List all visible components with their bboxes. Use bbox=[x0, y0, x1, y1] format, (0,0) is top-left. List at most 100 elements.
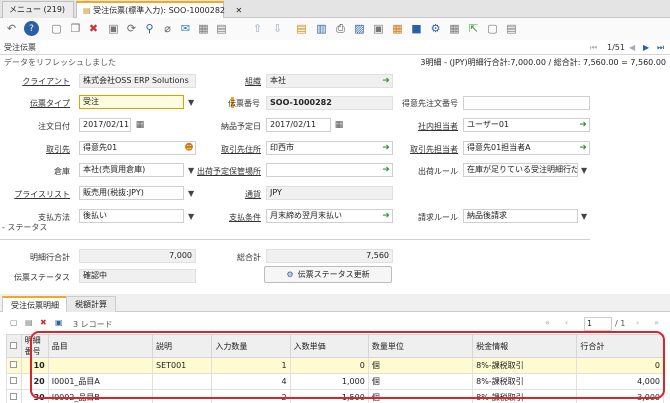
cell[interactable]: 2 bbox=[211, 389, 291, 403]
calendar-icon[interactable]: ▦ bbox=[334, 120, 344, 130]
new-record-icon[interactable]: ▢ bbox=[49, 21, 64, 36]
cell[interactable]: 8%-課税取引 bbox=[472, 373, 578, 390]
bp-address-field[interactable]: 印西市 bbox=[266, 141, 393, 155]
product-info-icon[interactable]: ▦ bbox=[447, 21, 462, 36]
col-header[interactable]: 入力数量 bbox=[211, 334, 291, 358]
customize-icon[interactable]: ▤ bbox=[504, 21, 519, 36]
close-icon[interactable]: ✕ bbox=[236, 6, 243, 15]
col-header[interactable]: 品目 bbox=[47, 334, 153, 358]
invoice-rule-field[interactable]: 納品後請求 bbox=[463, 209, 578, 223]
client-label[interactable]: クライアント bbox=[0, 76, 70, 87]
update-status-button[interactable]: ⚙ 伝票ステータス更新 bbox=[264, 266, 392, 283]
cell[interactable]: 3,000 bbox=[576, 389, 664, 403]
row-checkbox[interactable] bbox=[6, 389, 22, 403]
bp-contact-label[interactable]: 取引先担当者 bbox=[388, 144, 458, 155]
new-line-icon[interactable]: ▢ bbox=[10, 318, 18, 327]
table-row[interactable]: 20 I0001_品目A 4 1,000 個 8%-課税取引 4,000 bbox=[6, 373, 664, 390]
chat-icon[interactable]: ✉ bbox=[178, 21, 193, 36]
window-icon[interactable]: ▢ bbox=[485, 21, 500, 36]
print-preview-icon[interactable]: ▨ bbox=[352, 21, 367, 36]
cell[interactable]: 8%-課税取引 bbox=[472, 357, 578, 374]
cell[interactable]: 1,000 bbox=[289, 373, 369, 390]
page-input[interactable]: 1 bbox=[584, 317, 612, 331]
tab-sales-order[interactable]: ▤ 受注伝票(標準入力): SOO-1000282 ✕ bbox=[76, 1, 242, 18]
edit-icon[interactable]: ▤ bbox=[25, 318, 33, 327]
copy-icon[interactable]: ❐ bbox=[68, 21, 83, 36]
col-header[interactable]: 数量単位 bbox=[367, 334, 474, 358]
cell[interactable] bbox=[151, 373, 213, 390]
find-icon[interactable]: ⚲ bbox=[142, 21, 157, 36]
price-list-field[interactable]: 販売用(税抜:JPY) bbox=[79, 186, 184, 200]
cell[interactable]: 10 bbox=[20, 357, 49, 374]
delivery-date-field[interactable]: 2017/02/11 bbox=[266, 118, 331, 132]
zoom-arrow-icon[interactable]: ➜ bbox=[578, 143, 588, 153]
payment-rule-field[interactable]: 後払い bbox=[79, 209, 184, 223]
history-icon[interactable]: ▤ bbox=[214, 21, 229, 36]
select-all-checkbox[interactable] bbox=[6, 334, 22, 358]
process-icon[interactable]: ⇱ bbox=[466, 21, 481, 36]
previous-record-icon[interactable]: ◀ bbox=[629, 43, 635, 52]
cell[interactable]: 0 bbox=[576, 357, 664, 374]
calendar-icon[interactable]: ▦ bbox=[135, 120, 145, 130]
print-icon[interactable]: ⎙ bbox=[333, 21, 348, 36]
org-label[interactable]: 組織 bbox=[191, 76, 261, 87]
chevron-down-icon[interactable]: ▼ bbox=[581, 166, 587, 175]
cell[interactable]: 個 bbox=[367, 373, 474, 390]
payment-term-field[interactable]: 月末締め翌月末払い bbox=[266, 209, 393, 223]
tab-tax[interactable]: 税額計算 bbox=[66, 296, 116, 312]
cell[interactable]: 0 bbox=[289, 357, 369, 374]
workflow-icon[interactable]: ■ bbox=[409, 21, 424, 36]
first-page-icon[interactable]: « bbox=[545, 318, 550, 327]
detail-record-icon[interactable]: ⇩ bbox=[270, 21, 285, 36]
next-page-icon[interactable]: › bbox=[636, 318, 639, 327]
refresh-icon[interactable]: ⟳ bbox=[124, 21, 139, 36]
bp-address-label[interactable]: 取引先住所 bbox=[191, 144, 261, 155]
request-icon[interactable]: ▦ bbox=[390, 21, 405, 36]
doc-type-label[interactable]: 伝票タイプ bbox=[0, 98, 70, 109]
bpartner-label[interactable]: 取引先 bbox=[0, 144, 70, 155]
delete-line-icon[interactable]: ✖ bbox=[40, 318, 47, 327]
undo-icon[interactable]: ↶ bbox=[4, 21, 19, 36]
cell[interactable]: 4 bbox=[211, 373, 291, 390]
cell[interactable]: 個 bbox=[367, 389, 474, 403]
report-icon[interactable]: ▤ bbox=[294, 21, 309, 36]
zoom-arrow-icon[interactable]: ➜ bbox=[578, 120, 588, 130]
first-record-icon[interactable]: ⏮ bbox=[590, 43, 597, 53]
cell[interactable]: 4,000 bbox=[576, 373, 664, 390]
row-checkbox[interactable] bbox=[6, 373, 22, 390]
grid-toggle-icon[interactable]: ▦ bbox=[196, 21, 211, 36]
col-header[interactable]: 税金情報 bbox=[472, 334, 578, 358]
col-header[interactable]: 明細番号 bbox=[20, 334, 49, 358]
ship-location-field[interactable] bbox=[266, 163, 393, 177]
row-checkbox[interactable] bbox=[6, 357, 22, 374]
doc-type-field[interactable]: 受注 bbox=[79, 95, 184, 109]
chevron-down-icon[interactable]: ▼ bbox=[581, 212, 587, 221]
next-record-icon[interactable]: ▶ bbox=[643, 43, 649, 52]
last-page-icon[interactable]: » bbox=[654, 318, 659, 327]
sales-rep-label[interactable]: 社内担当者 bbox=[388, 121, 458, 132]
order-date-field[interactable]: 2017/02/11 bbox=[79, 118, 131, 132]
tab-menu[interactable]: メニュー (219) bbox=[2, 1, 74, 18]
sales-rep-field[interactable]: ユーザー01 bbox=[463, 118, 590, 132]
help-icon[interactable]: ? bbox=[24, 21, 39, 36]
status-section-header[interactable]: - ステータス bbox=[2, 222, 47, 233]
previous-page-icon[interactable]: ‹ bbox=[565, 318, 568, 327]
cell[interactable]: I0001_品目A bbox=[47, 373, 153, 390]
last-record-icon[interactable]: ⏭ bbox=[657, 43, 664, 53]
save-line-icon[interactable]: ▣ bbox=[55, 318, 63, 327]
customer-order-no-field[interactable] bbox=[463, 96, 590, 110]
zoom-across-icon[interactable]: ▣ bbox=[371, 21, 386, 36]
zoom-arrow-icon[interactable]: ➜ bbox=[381, 76, 391, 86]
archive-icon[interactable]: ▥ bbox=[314, 21, 329, 36]
cell[interactable]: 20 bbox=[20, 373, 49, 390]
save-icon[interactable]: ▣ bbox=[106, 21, 121, 36]
cell[interactable] bbox=[151, 389, 213, 403]
price-list-label[interactable]: プライスリスト bbox=[0, 189, 70, 200]
col-header[interactable]: 説明 bbox=[151, 334, 213, 358]
cell[interactable]: 1 bbox=[211, 357, 291, 374]
ship-location-label[interactable]: 出荷予定保管場所 bbox=[191, 166, 261, 177]
cell[interactable]: 個 bbox=[367, 357, 474, 374]
cell[interactable]: 8%-課税取引 bbox=[472, 389, 578, 403]
bp-contact-field[interactable]: 得意先01担当者A bbox=[463, 141, 590, 155]
col-header[interactable]: 行合計 bbox=[576, 334, 664, 358]
